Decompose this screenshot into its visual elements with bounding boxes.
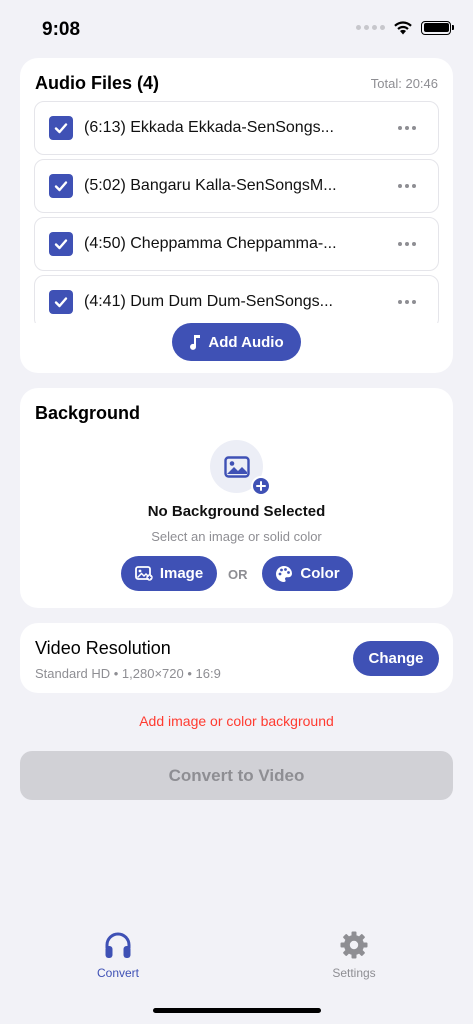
video-resolution-card: Video Resolution Standard HD • 1,280×720… — [20, 623, 453, 693]
checkbox-checked-icon[interactable] — [49, 116, 73, 140]
audio-list[interactable]: (6:13) Ekkada Ekkada-SenSongs... (5:02) … — [34, 101, 439, 323]
music-note-icon — [190, 335, 201, 350]
tab-convert-label: Convert — [96, 966, 140, 980]
background-status: No Background Selected — [147, 503, 326, 520]
checkbox-checked-icon[interactable] — [49, 174, 73, 198]
gear-icon — [340, 931, 368, 959]
color-button[interactable]: Color — [262, 556, 353, 591]
audio-item[interactable]: (6:13) Ekkada Ekkada-SenSongs... — [34, 101, 439, 155]
image-add-icon — [134, 566, 153, 581]
checkbox-checked-icon[interactable] — [49, 232, 73, 256]
audio-item-label: (5:02) Bangaru Kalla-SenSongsM... — [84, 177, 337, 194]
image-button-label: Image — [159, 565, 204, 582]
wifi-icon — [394, 21, 412, 35]
audio-item[interactable]: (4:41) Dum Dum Dum-SenSongs... — [34, 275, 439, 323]
background-card: Background No Background Selected Select… — [20, 388, 453, 608]
palette-icon — [276, 565, 293, 582]
audio-item[interactable]: (4:50) Cheppamma Cheppamma-... — [34, 217, 439, 271]
signal-icon — [356, 25, 385, 30]
change-resolution-button[interactable]: Change — [353, 641, 439, 676]
tab-convert[interactable]: Convert — [68, 928, 168, 980]
tab-settings[interactable]: Settings — [304, 928, 404, 980]
status-icons — [356, 20, 454, 35]
warning-message: Add image or color background — [139, 713, 334, 729]
plus-icon — [251, 476, 271, 496]
more-icon[interactable] — [398, 126, 416, 130]
color-button-label: Color — [300, 565, 340, 582]
image-button[interactable]: Image — [121, 556, 217, 591]
more-icon[interactable] — [398, 242, 416, 246]
add-audio-button[interactable]: Add Audio — [172, 323, 301, 361]
or-separator: OR — [228, 567, 248, 582]
video-resolution-detail: Standard HD • 1,280×720 • 16:9 — [35, 666, 221, 681]
checkbox-checked-icon[interactable] — [49, 290, 73, 314]
audio-item-label: (4:41) Dum Dum Dum-SenSongs... — [84, 293, 333, 310]
photo-icon — [223, 455, 250, 478]
status-time: 9:08 — [42, 19, 81, 40]
add-audio-label: Add Audio — [208, 333, 284, 351]
background-title: Background — [35, 403, 141, 423]
more-icon[interactable] — [398, 184, 416, 188]
battery-icon — [421, 20, 454, 35]
convert-to-video-button[interactable]: Convert to Video — [20, 751, 453, 800]
home-indicator — [153, 1008, 321, 1013]
audio-item-label: (4:50) Cheppamma Cheppamma-... — [84, 235, 337, 252]
video-resolution-title: Video Resolution — [35, 638, 171, 658]
headphones-icon — [105, 932, 131, 958]
audio-item-label: (6:13) Ekkada Ekkada-SenSongs... — [84, 119, 334, 136]
background-hint: Select an image or solid color — [151, 529, 322, 544]
add-background-icon[interactable] — [210, 440, 271, 496]
audio-item[interactable]: (5:02) Bangaru Kalla-SenSongsM... — [34, 159, 439, 213]
total-duration: Total: 20:46 — [370, 76, 438, 91]
audio-files-title: Audio Files (4) — [35, 73, 160, 93]
tab-settings-label: Settings — [332, 966, 376, 980]
more-icon[interactable] — [398, 300, 416, 304]
audio-files-card: Audio Files (4) Total: 20:46 (6:13) Ekka… — [20, 58, 453, 373]
status-bar: 9:08 — [0, 0, 473, 58]
